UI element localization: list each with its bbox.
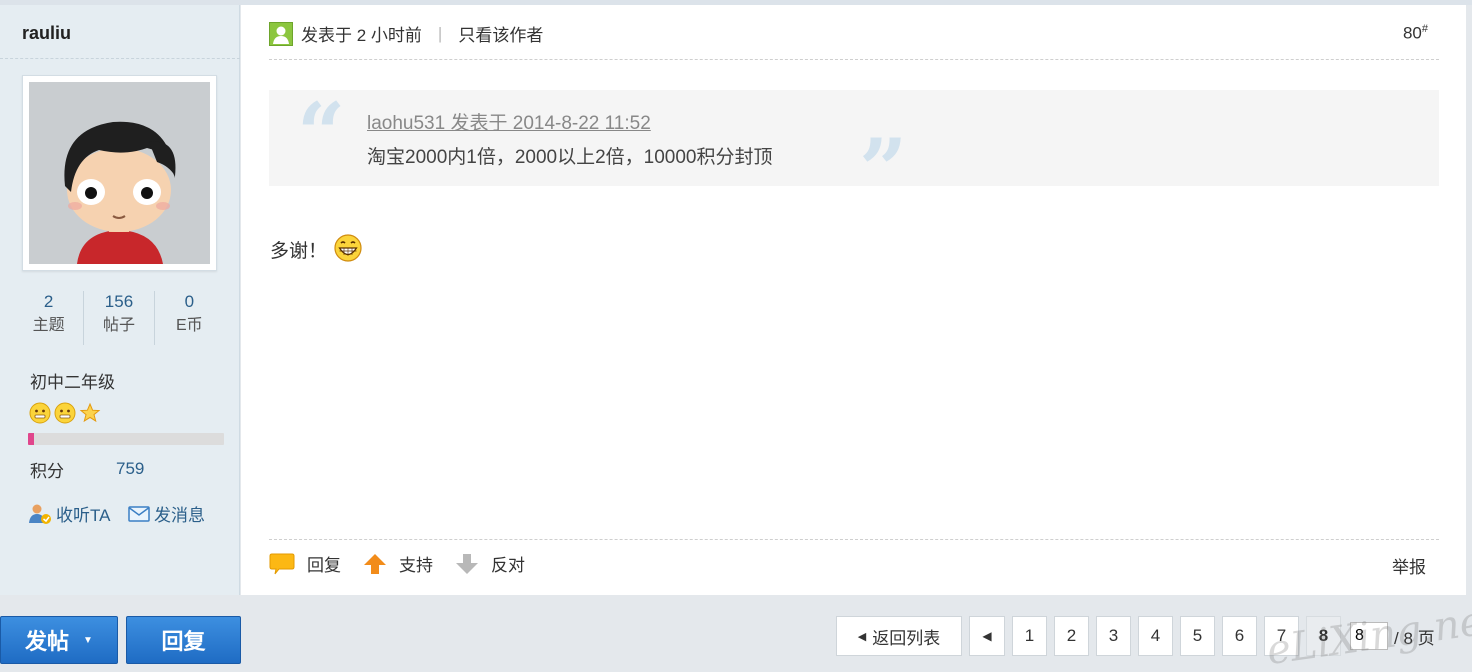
- smiley-icon: [54, 402, 76, 424]
- report-link[interactable]: 举报: [1392, 553, 1426, 578]
- level-icons: [28, 401, 108, 425]
- stat-topics[interactable]: 2 主题: [14, 291, 83, 345]
- quote-block: “ laohu531 发表于 2014-8-22 11:52 淘宝2000内1倍…: [269, 84, 1439, 212]
- points-label: 积分: [30, 462, 64, 481]
- stat-posts-label: 帖子: [102, 317, 135, 334]
- reply-button[interactable]: 回复: [126, 616, 241, 664]
- prev-page-button[interactable]: ◀: [969, 616, 1005, 656]
- page-link[interactable]: 5: [1180, 616, 1215, 656]
- page-jump-input[interactable]: [1350, 622, 1388, 650]
- reply-label: 回复: [307, 556, 341, 575]
- reply-action[interactable]: 回复: [269, 551, 341, 576]
- stat-topics-value: 2: [43, 292, 54, 311]
- triangle-left-icon: ◀: [857, 630, 867, 643]
- smiley-icon: [29, 402, 51, 424]
- page-total: / 8 页: [1394, 628, 1435, 648]
- user-sidebar: rauliu 2 主题 156 帖子 0 E币 初中二年级 积分 759 收听T…: [0, 5, 240, 595]
- open-quote-icon: “: [297, 84, 345, 183]
- footer-divider: [269, 539, 1439, 540]
- header-divider: [269, 59, 1439, 60]
- arrow-up-icon: [364, 553, 386, 574]
- floor-value: 80: [1402, 23, 1422, 43]
- new-post-button[interactable]: 发帖 ▼: [0, 616, 118, 664]
- grin-emoji-icon: [334, 234, 362, 262]
- user-rank: 初中二年级: [30, 373, 115, 392]
- header-separator: |: [437, 23, 443, 43]
- follow-user-icon: [29, 504, 51, 524]
- post-body-text: 多谢！: [270, 241, 328, 262]
- close-quote-icon: ”: [859, 120, 907, 219]
- floor-number[interactable]: 80#: [1403, 23, 1428, 44]
- points-value[interactable]: 759: [116, 459, 144, 479]
- quote-author-link[interactable]: laohu531 发表于 2014-8-22 11:52: [367, 108, 651, 135]
- page-link[interactable]: 4: [1138, 616, 1173, 656]
- post-content: 发表于 2 小时前 | 只看该作者 80# “ laohu531 发表于 201…: [241, 5, 1466, 595]
- new-post-label: 发帖: [25, 629, 70, 654]
- stat-posts-value: 156: [104, 292, 134, 311]
- pagination: ◀ 返回列表 ◀ 1 2 3 4 5 6 7 8 / 8 页: [836, 616, 1435, 656]
- post-actions: 回复 支持 反对: [269, 551, 547, 576]
- username[interactable]: rauliu: [22, 23, 71, 44]
- post-time: 发表于 2 小时前: [301, 26, 422, 45]
- page-link[interactable]: 7: [1264, 616, 1299, 656]
- stat-coins-label: E币: [175, 317, 203, 334]
- send-message-button[interactable]: 发消息: [128, 501, 205, 526]
- chevron-down-icon: ▼: [83, 634, 93, 646]
- oppose-action[interactable]: 反对: [455, 551, 525, 576]
- triangle-left-icon: ◀: [982, 629, 992, 643]
- post-header: 发表于 2 小时前 | 只看该作者: [269, 21, 543, 46]
- post-body: 多谢！: [270, 233, 363, 263]
- only-author-link[interactable]: 只看该作者: [458, 21, 543, 46]
- arrow-down-icon: [456, 553, 478, 574]
- follow-button[interactable]: 收听TA: [28, 501, 110, 526]
- oppose-label: 反对: [491, 556, 525, 575]
- quote-text: 淘宝2000内1倍，2000以上2倍，10000积分封顶: [367, 147, 773, 168]
- page-link[interactable]: 6: [1222, 616, 1257, 656]
- reply-button-label: 回复: [161, 629, 206, 654]
- sidebar-divider: [0, 58, 240, 59]
- stat-topics-label: 主题: [32, 317, 65, 334]
- avatar-cartoon-image: [29, 82, 210, 264]
- avatar[interactable]: [22, 75, 217, 271]
- back-to-list-label: 返回列表: [872, 628, 941, 648]
- stat-coins-value: 0: [184, 292, 195, 311]
- level-progress-fill: [28, 433, 34, 445]
- back-to-list-button[interactable]: ◀ 返回列表: [836, 616, 962, 656]
- level-progress-bar: [28, 433, 224, 445]
- send-message-label: 发消息: [154, 506, 205, 525]
- page-link[interactable]: 2: [1054, 616, 1089, 656]
- star-icon: [79, 402, 101, 423]
- follow-label: 收听TA: [56, 506, 111, 525]
- current-page: 8: [1306, 616, 1341, 656]
- floor-mark: #: [1421, 23, 1428, 35]
- user-stats: 2 主题 156 帖子 0 E币: [14, 291, 224, 345]
- page-link[interactable]: 1: [1012, 616, 1047, 656]
- page-link[interactable]: 3: [1096, 616, 1131, 656]
- speech-bubble-icon: [269, 553, 295, 574]
- support-label: 支持: [399, 556, 433, 575]
- envelope-icon: [128, 505, 150, 522]
- stat-posts[interactable]: 156 帖子: [83, 291, 153, 345]
- support-action[interactable]: 支持: [363, 551, 433, 576]
- stat-coins[interactable]: 0 E币: [153, 291, 224, 345]
- online-user-icon: [269, 21, 293, 46]
